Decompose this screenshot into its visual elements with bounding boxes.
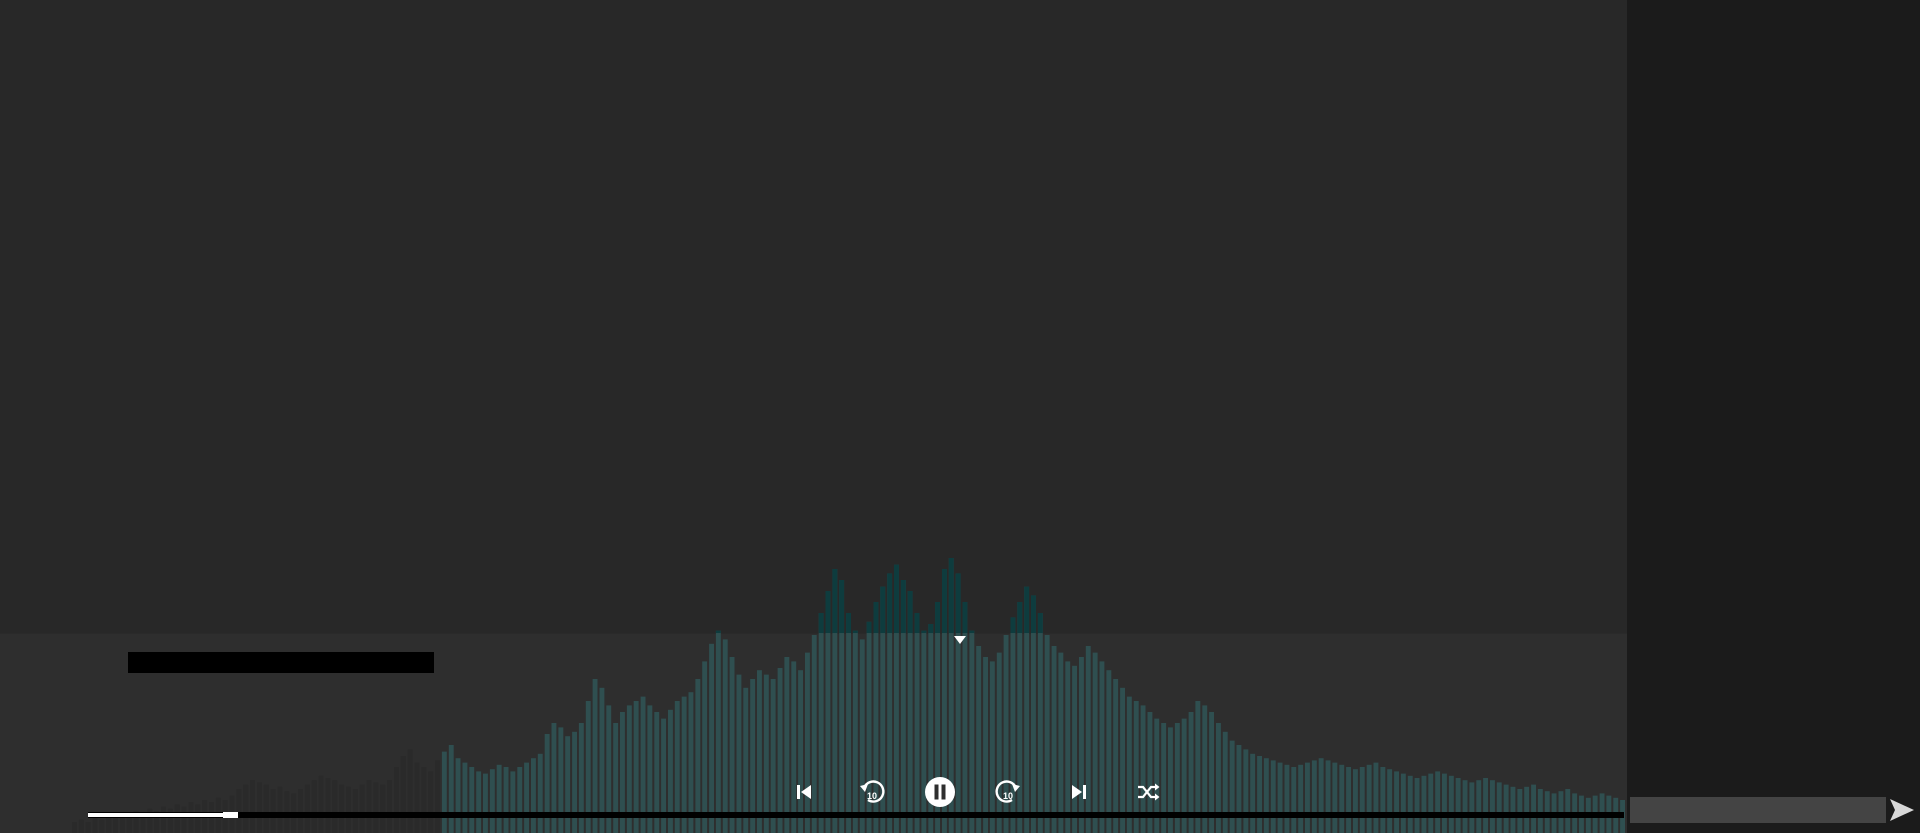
pause-button[interactable] bbox=[923, 775, 957, 809]
rewind-label: 10 bbox=[867, 791, 877, 801]
chat-input[interactable] bbox=[1630, 797, 1886, 823]
collapse-toggle-button[interactable] bbox=[952, 633, 968, 645]
shuffle-button[interactable] bbox=[1131, 775, 1165, 809]
skip-previous-icon bbox=[797, 785, 811, 799]
replay-10-icon: 10 bbox=[860, 780, 885, 803]
previous-button[interactable] bbox=[787, 775, 821, 809]
now-playing-title bbox=[128, 652, 434, 673]
caret-down-icon bbox=[954, 636, 966, 644]
rewind-10-button[interactable]: 10 bbox=[855, 775, 889, 809]
progress-thumb[interactable] bbox=[222, 812, 238, 818]
forward-10-button[interactable]: 10 bbox=[991, 775, 1025, 809]
chat-sidebar bbox=[1627, 0, 1920, 833]
pause-circle-icon bbox=[925, 777, 955, 807]
playback-controls: 10 10 bbox=[0, 775, 1627, 809]
send-icon bbox=[1890, 799, 1914, 821]
next-button[interactable] bbox=[1062, 775, 1096, 809]
app-window: 10 10 bbox=[0, 0, 1920, 833]
forward-label: 10 bbox=[1003, 791, 1013, 801]
shuffle-icon bbox=[1138, 783, 1160, 801]
send-button[interactable] bbox=[1888, 795, 1916, 825]
progress-fill bbox=[88, 813, 231, 817]
skip-next-icon bbox=[1072, 785, 1086, 799]
forward-10-icon: 10 bbox=[995, 780, 1020, 803]
progress-bar[interactable] bbox=[88, 812, 1624, 818]
